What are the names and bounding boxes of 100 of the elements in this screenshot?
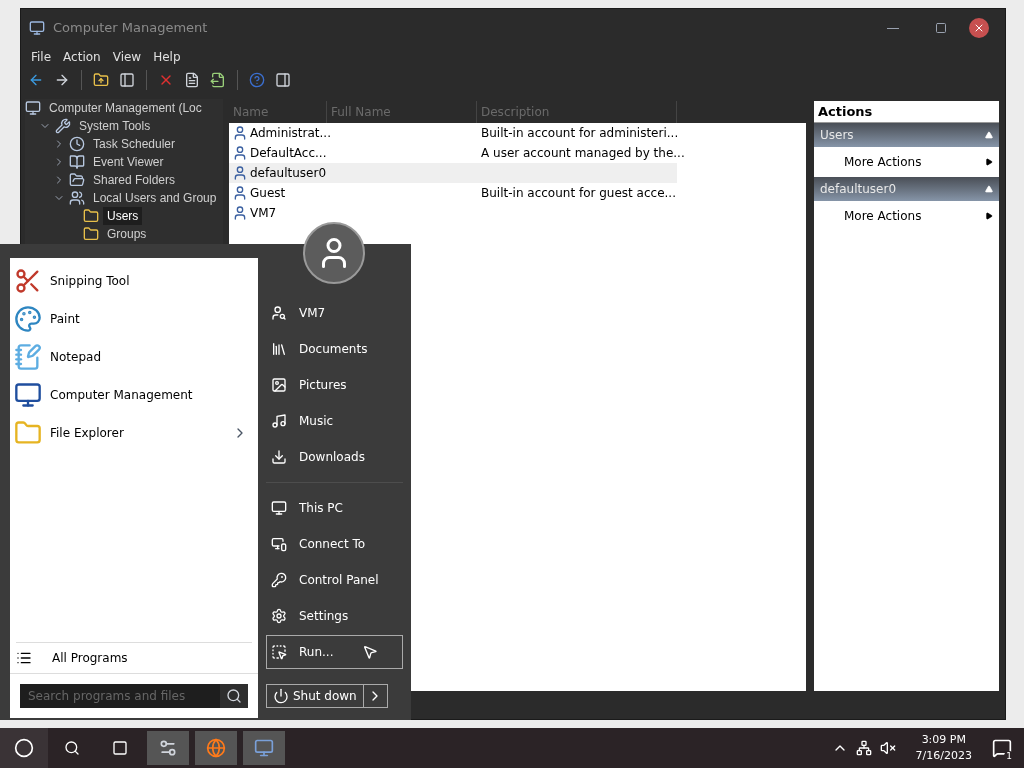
description: Built-in account for guest acce... [481, 186, 676, 200]
submenu-arrow-icon [985, 158, 993, 166]
list-icon [16, 650, 32, 666]
taskbar-app[interactable] [147, 731, 189, 765]
user-row[interactable]: defaultuser0 [229, 163, 677, 183]
user-row[interactable]: Guest Built-in account for guest acce... [229, 183, 677, 203]
user-name: VM7 [250, 205, 277, 222]
menu-item[interactable]: View [106, 48, 148, 66]
user-name: DefaultAcc... [250, 145, 327, 162]
tree-node-icon [69, 172, 85, 188]
tree-item[interactable]: Users [103, 207, 143, 225]
connect-icon [271, 536, 287, 552]
notification-icon [992, 738, 1012, 758]
user-icon [232, 125, 248, 141]
pinned-app[interactable]: Notepad [10, 338, 258, 376]
start-button[interactable] [0, 728, 48, 768]
tree-node-icon [69, 136, 85, 152]
start-place-item[interactable]: VM7 [266, 296, 403, 330]
library-icon [271, 341, 287, 357]
description: Built-in account for administeri... [481, 126, 679, 140]
tree-node-icon [69, 190, 85, 206]
taskbar-app[interactable] [243, 731, 285, 765]
user-search-icon [271, 305, 287, 321]
search-field[interactable]: Search programs and files [20, 684, 248, 708]
pinned-app[interactable]: Computer Management [10, 376, 258, 414]
user-name: Administrat... [250, 125, 331, 142]
search-icon [64, 740, 80, 756]
user-row[interactable]: VM7 [229, 203, 677, 223]
action-item[interactable]: More Actions [814, 201, 999, 231]
network-icon[interactable] [855, 740, 872, 756]
user-icon [232, 185, 248, 201]
run-icon [271, 644, 287, 660]
tree-node-icon [55, 118, 71, 134]
close-icon [973, 22, 985, 34]
computer-icon [25, 100, 41, 116]
app-icon [14, 305, 42, 333]
start-place-item[interactable]: Settings [266, 599, 403, 633]
power-icon [273, 688, 289, 704]
start-icon [14, 738, 34, 758]
image-icon [271, 377, 287, 393]
start-place-item[interactable]: Downloads [266, 440, 403, 474]
app-icon [14, 419, 42, 447]
start-place-item[interactable]: Pictures [266, 368, 403, 402]
tree-item[interactable]: Local Users and Group [89, 189, 221, 207]
menu-item[interactable]: File [25, 48, 58, 66]
start-place-item[interactable]: Music [266, 404, 403, 438]
maximize-icon [935, 22, 947, 34]
user-icon [232, 165, 248, 181]
task-view-icon [112, 740, 128, 756]
minimize-icon [887, 27, 899, 29]
description: A user account managed by the... [481, 146, 685, 160]
start-place-item[interactable]: Control Panel [266, 563, 403, 597]
tree-node-icon [69, 154, 85, 170]
cursor-icon [362, 644, 378, 660]
tree-item[interactable]: Shared Folders [89, 171, 180, 189]
download-icon [271, 449, 287, 465]
clock[interactable]: 3:09 PM 7/16/2023 [907, 732, 980, 764]
actions-section-header[interactable]: defaultuser0 [814, 177, 999, 201]
search-icon[interactable] [226, 688, 242, 704]
app-icon [29, 20, 45, 36]
tree-node-icon [83, 226, 99, 242]
start-place-item[interactable]: Run... [266, 635, 403, 669]
notification-count: 1 [1004, 751, 1014, 761]
tree-item[interactable]: System Tools [75, 117, 155, 135]
tree-item[interactable]: Event Viewer [89, 153, 168, 171]
menu-item[interactable]: Action [57, 48, 107, 66]
menu-item[interactable]: Help [147, 48, 187, 66]
globe-icon [206, 738, 226, 758]
start-place-item[interactable]: Documents [266, 332, 403, 366]
start-place-item[interactable]: This PC [266, 491, 403, 525]
start-place-item[interactable]: Connect To [266, 527, 403, 561]
all-programs-item[interactable]: All Programs [10, 643, 258, 673]
tree-item[interactable]: Task Scheduler [89, 135, 180, 153]
user-name: Guest [250, 185, 286, 202]
app-icon [14, 343, 42, 371]
collapse-section-icon[interactable] [985, 131, 993, 139]
pinned-app[interactable]: Snipping Tool [10, 262, 258, 300]
user-icon [232, 145, 248, 161]
notifications-button[interactable]: 1 [980, 728, 1024, 768]
shutdown-button[interactable]: Shut down [266, 684, 364, 708]
tree-item[interactable]: Groups [103, 225, 151, 243]
collapse-section-icon[interactable] [985, 185, 993, 193]
user-row[interactable]: Administrat... Built-in account for administeri... [229, 123, 677, 143]
volume-muted-icon[interactable] [879, 740, 896, 756]
close-button[interactable] [969, 18, 989, 38]
music-note-icon [271, 413, 287, 429]
monitor-icon [271, 500, 287, 516]
actions-section-header[interactable]: Users [814, 123, 999, 147]
tree-item[interactable]: Computer Management (Loc [45, 99, 206, 117]
shutdown-options-button[interactable] [363, 684, 388, 708]
pinned-app[interactable]: Paint [10, 300, 258, 338]
user-icon [232, 205, 248, 221]
user-name: defaultuser0 [250, 165, 327, 182]
pinned-app[interactable]: File Explorer [10, 414, 258, 452]
window-title: Computer Management [53, 19, 209, 38]
monitor-icon [254, 738, 274, 758]
submenu-arrow-icon [985, 212, 993, 220]
action-item[interactable]: More Actions [814, 147, 999, 177]
taskbar-app[interactable] [195, 731, 237, 765]
tree-node-icon [83, 208, 99, 224]
